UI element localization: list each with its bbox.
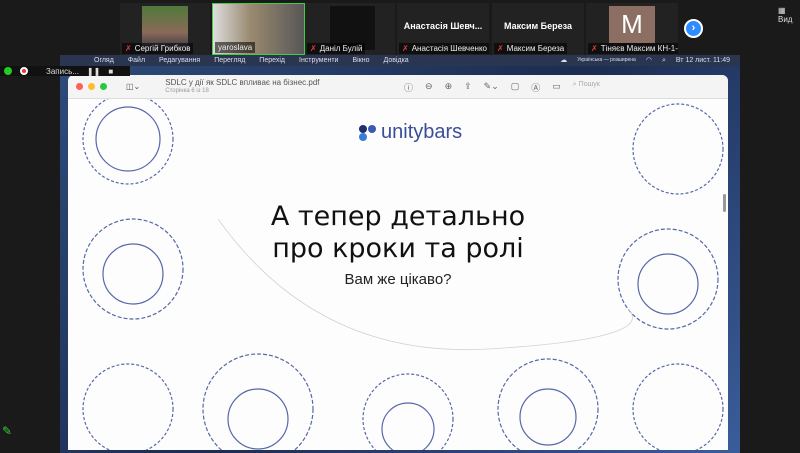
- sidebar-icon[interactable]: ◫⌄: [126, 82, 140, 91]
- doodle-face: [95, 106, 161, 172]
- view-label: Вид: [778, 15, 793, 24]
- mic-muted-icon: ✗: [402, 44, 409, 53]
- unitybars-logo: unitybars: [358, 121, 462, 144]
- wifi-icon[interactable]: ◠: [646, 55, 652, 66]
- doodle-face: [362, 373, 454, 450]
- slide-title: А тепер детально про кроки та ролі: [68, 201, 728, 265]
- participant-name: Тіняєв Максим КН-1-...: [600, 44, 678, 53]
- slide-title-line: про кроки та ролі: [272, 233, 524, 264]
- avatar: M: [609, 6, 655, 43]
- participant-tile[interactable]: ✗ Сергій Грибков: [120, 3, 210, 55]
- participant-name: Анастасія Шевченко: [411, 44, 488, 53]
- mic-muted-icon: ✗: [125, 44, 132, 53]
- doodle-face: [82, 363, 174, 450]
- recording-label: Запись...: [46, 66, 79, 76]
- cloud-icon[interactable]: ☁: [560, 55, 567, 66]
- record-icon: [20, 67, 28, 75]
- menu-item[interactable]: Вікно: [352, 55, 369, 66]
- logo-text: unitybars: [381, 121, 463, 143]
- participant-tile[interactable]: Анастасія Шевч... ✗ Анастасія Шевченко: [397, 3, 489, 55]
- form-icon[interactable]: ▭: [552, 81, 561, 94]
- menu-item[interactable]: Інструменти: [299, 55, 338, 66]
- clock: Вт 12 лист. 11:49: [675, 57, 730, 64]
- doodle-face: [227, 388, 289, 450]
- close-button[interactable]: [76, 83, 83, 90]
- pause-button[interactable]: ❚❚: [87, 67, 100, 76]
- zoom-in-icon[interactable]: ⊕: [445, 81, 453, 94]
- slide-subtitle: Вам же цікаво?: [344, 271, 452, 288]
- recording-bar: Запись... ❚❚ ■: [0, 66, 130, 76]
- doodle-face: [381, 402, 435, 450]
- info-icon[interactable]: ⓘ: [404, 81, 413, 94]
- participant-name: Даніл Булій: [319, 44, 363, 53]
- participant-name: Максим Береза: [506, 44, 565, 53]
- next-page-button[interactable]: ›: [684, 19, 703, 38]
- participant-name: yaroslava: [218, 43, 253, 52]
- menu-item[interactable]: Редагування: [159, 55, 200, 66]
- input-source[interactable]: Українська — розширена: [577, 55, 636, 66]
- doodle-face: [202, 353, 314, 450]
- mic-muted-icon: ✗: [497, 44, 504, 53]
- zoom-button[interactable]: [100, 83, 107, 90]
- share-icon[interactable]: ⇪: [464, 81, 472, 94]
- participant-tile[interactable]: M ✗ Тіняєв Максим КН-1-...: [586, 3, 678, 55]
- participant-gallery: ✗ Сергій Грибков yaroslava ✗ Даніл Булій А…: [0, 0, 800, 55]
- doodle-face: [497, 358, 599, 450]
- doodle-face: [632, 363, 724, 450]
- preview-window: ◫⌄ SDLC у дії як SDLC впливає на бізнес.…: [68, 75, 728, 450]
- rotate-icon[interactable]: ▢: [511, 81, 520, 94]
- participant-tile[interactable]: Максим Береза ✗ Максим Береза: [492, 3, 584, 55]
- markup-icon[interactable]: ✎⌄: [484, 81, 499, 94]
- participant-tile-active[interactable]: yaroslava: [212, 3, 305, 55]
- stop-button[interactable]: ■: [108, 67, 113, 76]
- participant-tile[interactable]: ✗ Даніл Булій: [305, 3, 395, 55]
- menu-item[interactable]: Огляд: [94, 55, 114, 66]
- menu-item[interactable]: Перехід: [259, 55, 285, 66]
- scrollbar[interactable]: [723, 194, 726, 212]
- page-info: Сторінка 6 із 18: [165, 87, 209, 94]
- search-icon[interactable]: ⌕: [662, 55, 666, 66]
- participant-display-name: Анастасія Шевч...: [403, 21, 483, 31]
- document-title[interactable]: SDLC у дії як SDLC впливає на бізнес.pdf: [165, 78, 319, 87]
- annotate-icon[interactable]: Ⓐ: [531, 81, 540, 94]
- menu-item[interactable]: Довідка: [384, 55, 409, 66]
- preview-toolbar: ◫⌄ SDLC у дії як SDLC впливає на бізнес.…: [68, 75, 728, 99]
- participant-display-name: Максим Береза: [503, 21, 573, 31]
- search-placeholder: Пошук: [578, 81, 600, 88]
- zoom-out-icon[interactable]: ⊖: [425, 81, 433, 94]
- logo-dots-icon: [359, 124, 376, 141]
- doodle-face: [632, 103, 724, 195]
- participant-name: Сергій Грибков: [134, 44, 191, 53]
- annotate-pencil-icon[interactable]: ✎: [2, 424, 12, 438]
- mic-muted-icon: ✗: [310, 44, 317, 53]
- menu-item[interactable]: Перегляд: [214, 55, 245, 66]
- status-icon: [4, 67, 12, 75]
- menu-item[interactable]: Файл: [128, 55, 145, 66]
- mac-menu-bar: Огляд Файл Редагування Перегляд Перехід …: [60, 55, 740, 66]
- view-button[interactable]: ▦ Вид: [778, 6, 800, 24]
- pdf-slide: unitybars А тепер детально про кроки та …: [68, 99, 728, 450]
- minimize-button[interactable]: [88, 83, 95, 90]
- slide-title-line: А тепер детально: [270, 201, 526, 232]
- mic-muted-icon: ✗: [591, 44, 598, 53]
- doodle-face: [519, 388, 577, 446]
- search-field[interactable]: ⌕ Пошук: [573, 81, 600, 94]
